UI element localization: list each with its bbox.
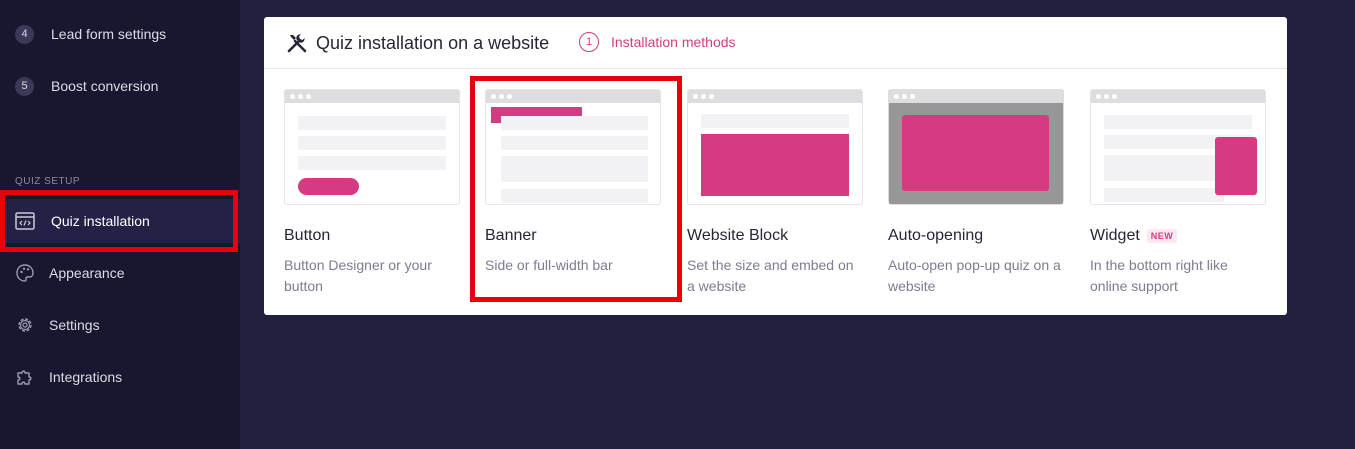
step-indicator: 1 (579, 32, 599, 52)
sidebar-item-settings[interactable]: Settings (0, 303, 240, 347)
section-label-quiz-setup: QUIZ SETUP (15, 176, 81, 187)
installation-card: Quiz installation on a website 1 Install… (264, 17, 1287, 315)
method-title: Auto-opening (888, 227, 984, 244)
sidebar-item-integrations[interactable]: Integrations (0, 355, 240, 399)
method-widget[interactable]: Widget NEW In the bottom right like onli… (1090, 89, 1266, 294)
puzzle-icon (15, 367, 35, 387)
method-title-text: Widget (1090, 227, 1140, 244)
method-description: In the bottom right like online support (1090, 257, 1228, 294)
method-description: Set the size and embed on a website (687, 257, 854, 294)
palette-icon (15, 263, 35, 283)
sidebar-step-boost-conversion[interactable]: 5 Boost conversion (15, 75, 158, 97)
new-badge: NEW (1146, 229, 1178, 243)
method-description: Auto-open pop-up quiz on a website (888, 257, 1061, 294)
website-block-preview (687, 89, 863, 205)
method-button[interactable]: Button Button Designer or your button (284, 89, 460, 294)
page-title: Quiz installation on a website (316, 33, 550, 53)
method-website-block[interactable]: Website Block Set the size and embed on … (687, 89, 863, 294)
sidebar-step-lead-form[interactable]: 4 Lead form settings (15, 23, 166, 45)
step-number-badge: 4 (15, 24, 34, 44)
sidebar-item-label: Appearance (49, 265, 125, 281)
sidebar-item-appearance[interactable]: Appearance (0, 251, 240, 295)
step-number-badge: 5 (15, 76, 34, 96)
step-label[interactable]: Installation methods (611, 34, 736, 50)
method-description: Button Designer or your button (284, 257, 432, 294)
step-label: Lead form settings (51, 26, 167, 42)
auto-opening-preview (888, 89, 1064, 205)
widget-preview (1090, 89, 1266, 205)
sidebar-item-label: Integrations (49, 369, 123, 385)
method-title: Button (284, 227, 331, 244)
gear-icon (15, 315, 35, 335)
button-preview (284, 89, 460, 205)
card-header: Quiz installation on a website 1 Install… (264, 17, 1287, 69)
tools-icon (285, 31, 309, 55)
method-title: Website Block (687, 227, 789, 244)
sidebar-item-label: Settings (49, 317, 100, 333)
method-auto-opening[interactable]: Auto-opening Auto-open pop-up quiz on a … (888, 89, 1064, 294)
step-label: Boost conversion (51, 78, 159, 94)
highlight-frame-sidebar (0, 190, 238, 252)
method-title: Widget NEW (1090, 227, 1178, 245)
highlight-frame-banner (470, 76, 682, 302)
